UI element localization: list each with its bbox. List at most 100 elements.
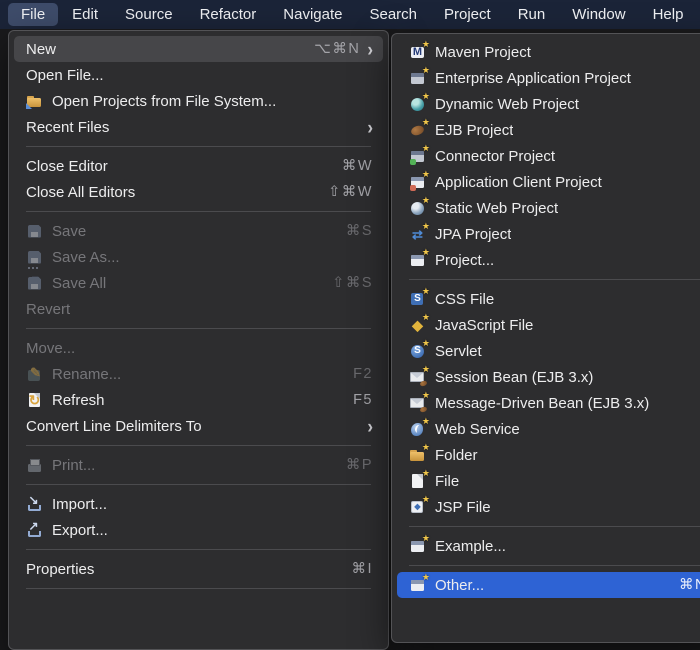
corner-blue-overlay [26,103,32,109]
menu-bar: FileEditSourceRefactorNavigateSearchProj… [0,0,700,29]
session-bean-icon: ★ [409,369,426,386]
menu-item-label: Properties [26,561,94,578]
menu-item-close-all-editors[interactable]: Close All Editors⇧⌘W [14,179,383,205]
static-web-project-icon: ★ [409,200,426,217]
new-wizard-sparkle-icon: ★ [422,118,430,127]
menubar-item-window[interactable]: Window [559,3,638,26]
menu-item-javascript-file[interactable]: ◆★JavaScript File [397,312,700,338]
menu-item-file[interactable]: ★File [397,468,700,494]
application-client-project-icon: ★ [409,174,426,191]
menu-item-enterprise-application-project[interactable]: ★ Enterprise Application Project [397,65,700,91]
menu-item-web-service[interactable]: ★Web Service [397,416,700,442]
menu-item-label: Print... [52,457,95,474]
menu-item-example[interactable]: ★Example... [397,533,700,559]
menu-item-label: EJB Project [435,122,513,139]
menubar-item-source[interactable]: Source [112,3,186,26]
menubar-item-refactor[interactable]: Refactor [187,3,270,26]
dynamic-web-project-icon: ★ [409,96,426,113]
menu-item-application-client-project[interactable]: ★ Application Client Project [397,169,700,195]
servlet-icon: S★ [409,343,426,360]
menu-item-label: JavaScript File [435,317,533,334]
menu-item-label: Refresh [52,392,105,409]
menu-item-print: Print... ⌘P [14,452,383,478]
menu-item-close-editor[interactable]: Close Editor⌘W [14,153,383,179]
rename-icon: ✎ [26,366,43,383]
menu-item-export[interactable]: ↗ Export... [14,517,383,543]
shortcut-label: ⌘I [351,561,373,577]
new-wizard-sparkle-icon: ★ [422,443,430,452]
shortcut-label: ⌥⌘N [314,41,360,57]
menu-item-open-file[interactable]: Open File... [14,62,383,88]
menu-item-move: Move... [14,335,383,361]
other-icon: ★ [409,577,426,594]
menu-item-label: Project... [435,252,494,269]
menu-item-session-bean-ejb-3-x[interactable]: ★Session Bean (EJB 3.x) [397,364,700,390]
web-service-icon: ★ [409,421,426,438]
new-wizard-sparkle-icon: ★ [422,339,430,348]
menu-item-css-file[interactable]: S★CSS File [397,286,700,312]
new-wizard-sparkle-icon: ★ [422,196,430,205]
menubar-item-edit[interactable]: Edit [59,3,111,26]
menu-separator [26,328,371,329]
menu-item-label: Move... [26,340,75,357]
menu-item-static-web-project[interactable]: ★Static Web Project [397,195,700,221]
new-wizard-sparkle-icon: ★ [422,573,430,582]
menu-item-new[interactable]: New⌥⌘N› [14,36,383,62]
menu-item-jpa-project[interactable]: ⇄★JPA Project [397,221,700,247]
menu-item-label: Maven Project [435,44,531,61]
menu-item-project[interactable]: ★Project... [397,247,700,273]
css-file-icon: S★ [409,291,426,308]
menu-separator [26,146,371,147]
menu-item-label: Message-Driven Bean (EJB 3.x) [435,395,649,412]
menu-item-maven-project[interactable]: M★Maven Project [397,39,700,65]
export-icon: ↗ [26,522,43,539]
enterprise-application-project-icon: ★ [409,70,426,87]
menu-item-label: Enterprise Application Project [435,70,631,87]
menu-item-save-all: Save All⇧⌘S [14,270,383,296]
menu-item-recent-files[interactable]: Recent Files› [14,114,383,140]
shortcut-label: ⌘P [346,457,373,473]
menu-item-label: JPA Project [435,226,511,243]
menu-item-refresh[interactable]: ↻RefreshF5 [14,387,383,413]
menubar-item-file[interactable]: File [8,3,58,26]
menu-item-save: Save⌘S [14,218,383,244]
refresh-icon: ↻ [26,392,43,409]
menu-item-jsp-file[interactable]: ◆★JSP File [397,494,700,520]
menu-item-open-projects-from-file-system[interactable]: Open Projects from File System... [14,88,383,114]
menu-item-message-driven-bean-ejb-3-x[interactable]: ★Message-Driven Bean (EJB 3.x) [397,390,700,416]
import-icon: ↘ [26,496,43,513]
menu-item-properties[interactable]: Properties ⌘I [14,556,383,582]
new-wizard-sparkle-icon: ★ [422,469,430,478]
menu-item-label: Dynamic Web Project [435,96,579,113]
menu-item-servlet[interactable]: S★Servlet [397,338,700,364]
shortcut-label: F2 [353,366,373,382]
menu-separator [409,565,700,566]
menu-item-other[interactable]: ★Other...⌘N [397,572,700,598]
new-wizard-sparkle-icon: ★ [422,417,430,426]
menu-item-dynamic-web-project[interactable]: ★ Dynamic Web Project [397,91,700,117]
menubar-item-help[interactable]: Help [640,3,697,26]
menu-item-convert-line-delimiters-to[interactable]: Convert Line Delimiters To› [14,413,383,439]
menu-separator [26,445,371,446]
menu-item-label: Import... [52,496,107,513]
menu-item-import[interactable]: ↘ Import... [14,491,383,517]
menubar-item-run[interactable]: Run [505,3,559,26]
menubar-item-navigate[interactable]: Navigate [270,3,355,26]
bean-dot-overlay [419,380,427,387]
menu-item-label: Open Projects from File System... [52,93,276,110]
menu-item-ejb-project[interactable]: ★ EJB Project [397,117,700,143]
menu-item-label: Close All Editors [26,184,135,201]
menu-item-label: Application Client Project [435,174,602,191]
menu-item-label: Export... [52,522,108,539]
menu-item-connector-project[interactable]: ★Connector Project [397,143,700,169]
new-wizard-sparkle-icon: ★ [422,66,430,75]
menu-item-save-as: Save As... [14,244,383,270]
chevron-right-icon: › [367,117,373,137]
menubar-item-project[interactable]: Project [431,3,504,26]
menu-item-folder[interactable]: ★Folder [397,442,700,468]
save-icon [26,223,43,240]
shortcut-label: ⌘N [679,577,700,593]
menubar-item-search[interactable]: Search [356,3,430,26]
bean-dot-overlay [419,406,427,413]
new-wizard-sparkle-icon: ★ [422,40,430,49]
